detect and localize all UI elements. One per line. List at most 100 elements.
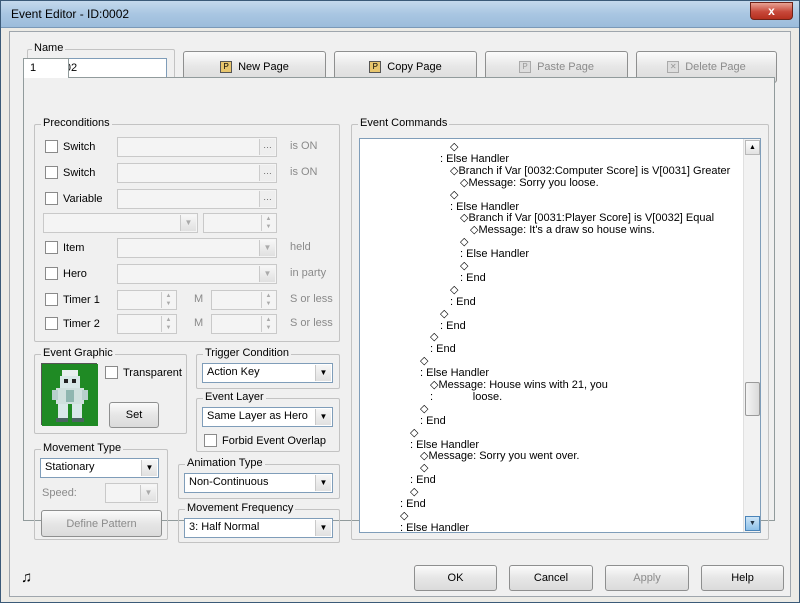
timer2-minutes-spinner[interactable]: ▲ ▼ <box>117 314 177 334</box>
command-line[interactable]: : Else Handler <box>410 439 479 451</box>
timer1-checkbox[interactable]: Timer 1 <box>45 293 100 306</box>
switch1-checkbox[interactable]: Switch <box>45 140 95 153</box>
command-line[interactable]: ◇ <box>450 189 458 201</box>
help-button[interactable]: Help <box>701 565 784 591</box>
command-line[interactable]: : End <box>410 474 436 486</box>
event-commands-list[interactable]: ◇: Else Handler ◇Branch if Var [0032:Comp… <box>359 138 761 533</box>
checkbox-box <box>45 317 58 330</box>
command-line[interactable]: ◇Message: It's a draw so house wins. <box>470 224 655 236</box>
command-line[interactable]: ◇ <box>400 510 408 522</box>
hero-checkbox[interactable]: Hero <box>45 267 87 280</box>
command-line[interactable]: : Else Handler <box>450 201 519 213</box>
command-line[interactable]: : Else Handler <box>460 248 529 260</box>
tab-label: 1 <box>30 62 37 74</box>
timer2-checkbox[interactable]: Timer 2 <box>45 317 100 330</box>
command-line[interactable]: ◇ <box>450 141 458 153</box>
switch2-field[interactable]: … <box>117 163 277 183</box>
chevron-down-icon[interactable]: ▼ <box>315 475 331 491</box>
chevron-down-icon[interactable]: ▼ <box>259 266 275 282</box>
chevron-down-icon[interactable]: ▼ <box>140 485 156 501</box>
command-line[interactable]: : loose. <box>430 391 502 403</box>
scroll-up-arrow-icon[interactable]: ▲ <box>745 140 760 155</box>
timer1-minutes-spinner[interactable]: ▲ ▼ <box>117 290 177 310</box>
event-layer-select[interactable]: Same Layer as Hero ▼ <box>202 407 333 427</box>
checkbox-box <box>204 434 217 447</box>
command-line[interactable]: ◇Message: Sorry you loose. <box>460 177 599 189</box>
variable-field[interactable]: … <box>117 189 277 209</box>
hero-combo[interactable]: ▼ <box>117 264 277 284</box>
speed-label: Speed: <box>42 487 77 499</box>
music-icon[interactable]: ♫ <box>21 569 32 586</box>
chevron-down-icon[interactable]: ▼ <box>180 215 196 231</box>
chevron-down-icon[interactable]: ▼ <box>315 409 331 425</box>
commands-scrollbar[interactable]: ▲ ▼ <box>743 139 760 532</box>
command-line[interactable]: : End <box>440 320 466 332</box>
command-line[interactable]: ◇ <box>420 462 428 474</box>
cancel-button[interactable]: Cancel <box>509 565 593 591</box>
variable-checkbox[interactable]: Variable <box>45 192 103 205</box>
trigger-condition-select[interactable]: Action Key ▼ <box>202 363 333 383</box>
switch2-checkbox[interactable]: Switch <box>45 166 95 179</box>
spin-arrows-icon[interactable]: ▲ ▼ <box>161 316 175 332</box>
animation-type-select[interactable]: Non-Continuous ▼ <box>184 473 333 493</box>
command-line[interactable]: ◇ <box>420 403 428 415</box>
command-line[interactable]: ◇ <box>410 486 418 498</box>
chevron-down-icon[interactable]: ▼ <box>141 460 157 476</box>
command-line[interactable]: : End <box>450 296 476 308</box>
timer1-seconds-spinner[interactable]: ▲ ▼ <box>211 290 277 310</box>
scroll-thumb[interactable] <box>745 382 760 416</box>
command-line[interactable]: ◇Branch if Var [0031:Player Score] is V[… <box>460 212 714 224</box>
command-line[interactable]: ◇ <box>440 308 448 320</box>
command-line[interactable]: ◇ <box>460 236 468 248</box>
title-bar[interactable]: Event Editor - ID:0002 x <box>1 1 799 28</box>
ok-button[interactable]: OK <box>414 565 497 591</box>
speed-select[interactable]: ▼ <box>105 483 158 503</box>
close-button[interactable]: x <box>750 2 793 20</box>
variable-value-spinner[interactable]: ▲ ▼ <box>203 213 277 233</box>
command-line[interactable]: ◇ <box>460 260 468 272</box>
item-checkbox[interactable]: Item <box>45 241 84 254</box>
timer2-seconds-spinner[interactable]: ▲ ▼ <box>211 314 277 334</box>
set-graphic-button[interactable]: Set <box>109 402 159 428</box>
ellipsis-icon[interactable]: … <box>259 165 275 181</box>
chevron-down-icon[interactable]: ▼ <box>315 520 331 536</box>
spin-arrows-icon[interactable]: ▲ ▼ <box>161 292 175 308</box>
command-line[interactable]: ◇Message: Sorry you went over. <box>420 450 579 462</box>
scroll-down-arrow-icon[interactable]: ▼ <box>745 516 760 531</box>
command-line[interactable]: : End <box>460 272 486 284</box>
chevron-down-icon[interactable]: ▼ <box>315 365 331 381</box>
chevron-down-icon[interactable]: ▼ <box>259 240 275 256</box>
command-line[interactable]: ◇ <box>410 427 418 439</box>
define-pattern-button[interactable]: Define Pattern <box>41 510 162 537</box>
command-line[interactable]: : Else Handler <box>400 522 469 532</box>
event-graphic-sprite[interactable] <box>41 363 98 426</box>
ellipsis-icon[interactable]: … <box>259 191 275 207</box>
tab-page-1[interactable]: 1 <box>23 58 69 78</box>
switch1-field[interactable]: … <box>117 137 277 157</box>
item-combo[interactable]: ▼ <box>117 238 277 258</box>
movement-type-select[interactable]: Stationary ▼ <box>40 458 159 478</box>
movement-type-value: Stationary <box>45 461 95 473</box>
spin-arrows-icon[interactable]: ▲ ▼ <box>261 292 275 308</box>
command-line[interactable]: ◇ <box>450 284 458 296</box>
command-line[interactable]: ◇ <box>430 331 438 343</box>
transparent-checkbox[interactable]: Transparent <box>105 366 182 379</box>
command-line[interactable]: ◇Branch if Var [0032:Computer Score] is … <box>450 165 730 177</box>
command-line[interactable]: : End <box>430 343 456 355</box>
command-line[interactable]: : Else Handler <box>440 153 509 165</box>
spin-arrows-icon[interactable]: ▲ ▼ <box>261 316 275 332</box>
command-line[interactable]: : End <box>420 415 446 427</box>
ellipsis-icon[interactable]: … <box>259 139 275 155</box>
command-line[interactable]: ◇ <box>420 355 428 367</box>
spin-arrows-icon[interactable]: ▲ ▼ <box>261 215 275 231</box>
movement-frequency-select[interactable]: 3: Half Normal ▼ <box>184 518 333 538</box>
forbid-overlap-checkbox[interactable]: Forbid Event Overlap <box>204 434 326 447</box>
checkbox-box <box>45 241 58 254</box>
command-line[interactable]: : Else Handler <box>420 367 489 379</box>
switch1-label: Switch <box>63 140 96 153</box>
checkbox-box <box>45 293 58 306</box>
apply-button[interactable]: Apply <box>605 565 689 591</box>
variable-compare-combo[interactable]: ▼ <box>43 213 198 233</box>
command-line[interactable]: : End <box>400 498 426 510</box>
command-line[interactable]: ◇Message: House wins with 21, you <box>430 379 608 391</box>
